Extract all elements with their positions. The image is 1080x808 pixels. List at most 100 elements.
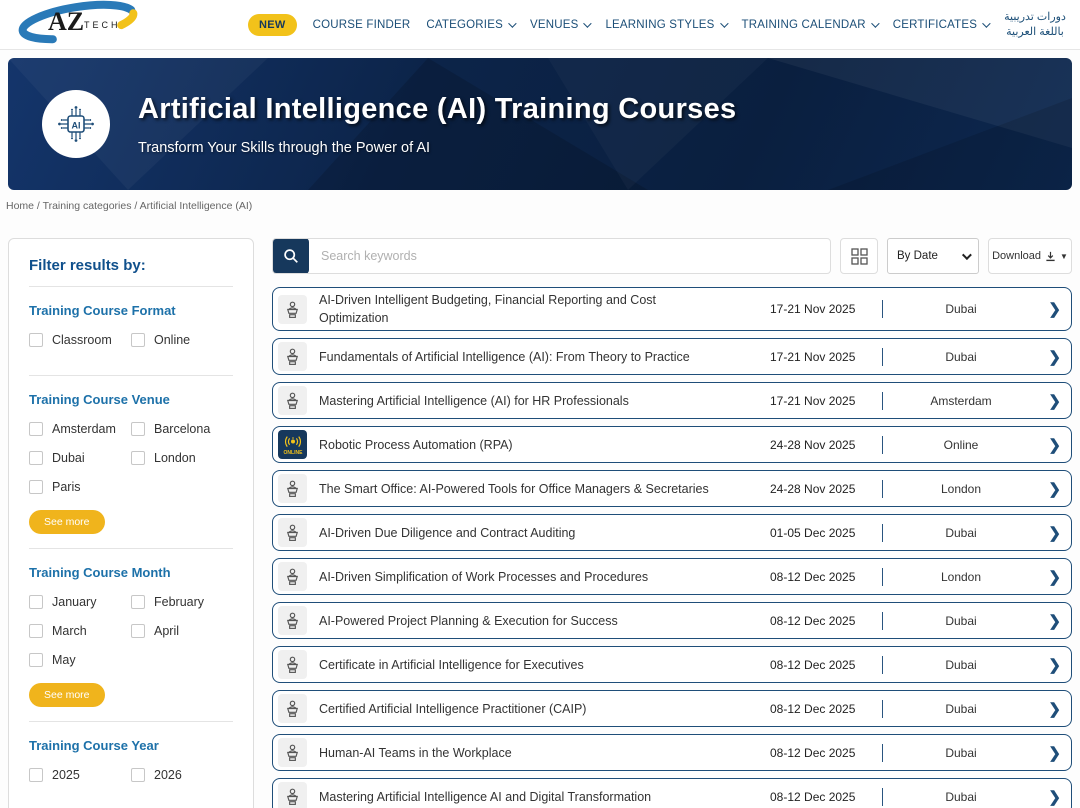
course-row[interactable]: Certificate in Artificial Intelligence f… (272, 646, 1072, 684)
filter-option-april[interactable]: April (131, 624, 233, 638)
checkbox[interactable] (29, 451, 43, 465)
chevron-right-icon[interactable]: ❯ (1035, 612, 1061, 630)
search-input[interactable] (309, 249, 830, 263)
filter-section-title: Training Course Month (29, 565, 171, 580)
divider (882, 743, 883, 762)
course-venue: Dubai (945, 789, 977, 804)
new-badge[interactable]: NEW (248, 13, 297, 36)
classroom-icon (278, 694, 307, 724)
course-row[interactable]: AI-Driven Intelligent Budgeting, Financi… (272, 287, 1072, 332)
sort-select[interactable]: By Date (887, 238, 979, 274)
filter-option-february[interactable]: February (131, 595, 233, 609)
filter-section-year: Training Course Year 2025 2026 (29, 722, 233, 796)
chevron-down-icon (583, 18, 593, 28)
course-row[interactable]: ONLINE Robotic Process Automation (RPA) … (272, 426, 1072, 464)
filter-option-classroom[interactable]: Classroom (29, 333, 131, 347)
course-list: AI-Driven Intelligent Budgeting, Financi… (272, 287, 1072, 808)
nav-learning-styles[interactable]: LEARNING STYLES (605, 19, 729, 31)
search-submit-button[interactable] (273, 239, 309, 273)
filter-option-amsterdam[interactable]: Amsterdam (29, 422, 131, 436)
nav-certificates[interactable]: CERTIFICATES (893, 19, 991, 31)
nav-arabic-courses[interactable]: دورات تدريبية باللغة العربية (1004, 10, 1066, 39)
course-row[interactable]: AI-Powered Project Planning & Execution … (272, 602, 1072, 640)
filter-option-january[interactable]: January (29, 595, 131, 609)
divider (882, 479, 883, 498)
course-dates: 24-28 Nov 2025 (770, 481, 856, 496)
chevron-right-icon[interactable]: ❯ (1035, 744, 1061, 762)
nav-venues[interactable]: VENUES (530, 18, 593, 31)
grid-view-toggle[interactable] (840, 238, 878, 274)
checkbox[interactable] (29, 595, 43, 609)
filter-option-may[interactable]: May (29, 653, 131, 667)
checkbox[interactable] (29, 333, 43, 347)
divider (882, 567, 883, 586)
download-icon (1046, 251, 1055, 261)
nav-course-finder[interactable]: COURSE FINDER (313, 19, 411, 31)
course-row[interactable]: Fundamentals of Artificial Intelligence … (272, 338, 1072, 376)
chevron-right-icon[interactable]: ❯ (1035, 300, 1061, 318)
course-row[interactable]: AI-Driven Simplification of Work Process… (272, 558, 1072, 596)
course-dates: 08-12 Dec 2025 (770, 613, 856, 628)
course-row[interactable]: Mastering Artificial Intelligence (AI) f… (272, 382, 1072, 420)
grid-view-icon (850, 247, 868, 265)
course-row[interactable]: The Smart Office: AI-Powered Tools for O… (272, 470, 1072, 508)
checkbox[interactable] (29, 624, 43, 638)
chevron-right-icon[interactable]: ❯ (1035, 568, 1061, 586)
checkbox[interactable] (131, 422, 145, 436)
divider (882, 611, 883, 630)
course-venue: Amsterdam (930, 393, 992, 408)
filter-option-2025[interactable]: 2025 (29, 768, 131, 782)
checkbox[interactable] (131, 624, 145, 638)
download-button[interactable]: Download ▼ (988, 238, 1072, 274)
course-venue: Dubai (945, 701, 977, 716)
course-dates: 08-12 Dec 2025 (770, 569, 856, 584)
course-title: Human-AI Teams in the Workplace (319, 745, 512, 760)
see-more-months-button[interactable]: See more (29, 683, 105, 707)
course-title: AI-Driven Due Diligence and Contract Aud… (319, 525, 576, 540)
filter-option-london[interactable]: London (131, 451, 233, 465)
course-venue: Dubai (945, 613, 977, 628)
course-title: AI-Driven Simplification of Work Process… (319, 569, 649, 584)
search-box (272, 238, 831, 274)
course-title: Mastering Artificial Intelligence (AI) f… (319, 393, 629, 408)
course-row[interactable]: Mastering Artificial Intelligence AI and… (272, 778, 1072, 808)
course-dates: 08-12 Dec 2025 (770, 701, 856, 716)
filter-option-dubai[interactable]: Dubai (29, 451, 131, 465)
filter-option-2026[interactable]: 2026 (131, 768, 233, 782)
course-row[interactable]: AI-Driven Due Diligence and Contract Aud… (272, 514, 1072, 552)
logo-az-text: AZ (48, 7, 84, 36)
chevron-right-icon[interactable]: ❯ (1035, 788, 1061, 806)
divider (882, 435, 883, 454)
aztech-logo[interactable]: AZ TECH (14, 0, 142, 49)
breadcrumb[interactable]: Home / Training categories / Artificial … (0, 190, 1080, 212)
checkbox[interactable] (131, 451, 145, 465)
chevron-right-icon[interactable]: ❯ (1035, 700, 1061, 718)
see-more-venues-button[interactable]: See more (29, 510, 105, 534)
course-row[interactable]: Certified Artificial Intelligence Practi… (272, 690, 1072, 728)
filter-option-march[interactable]: March (29, 624, 131, 638)
course-row[interactable]: Human-AI Teams in the Workplace 08-12 De… (272, 734, 1072, 772)
page-title: Artificial Intelligence (AI) Training Co… (138, 92, 737, 125)
course-dates: 01-05 Dec 2025 (770, 525, 856, 540)
filter-section-title: Training Course Venue (29, 392, 170, 407)
checkbox[interactable] (29, 768, 43, 782)
filter-option-paris[interactable]: Paris (29, 480, 131, 494)
nav-training-calendar[interactable]: TRAINING CALENDAR (742, 19, 880, 31)
filter-option-barcelona[interactable]: Barcelona (131, 422, 233, 436)
checkbox[interactable] (29, 480, 43, 494)
filter-option-online[interactable]: Online (131, 333, 233, 347)
classroom-icon (278, 342, 307, 372)
chevron-right-icon[interactable]: ❯ (1035, 524, 1061, 542)
checkbox[interactable] (131, 768, 145, 782)
chevron-down-icon (961, 249, 972, 260)
nav-categories[interactable]: CATEGORIES (426, 19, 517, 31)
chevron-right-icon[interactable]: ❯ (1035, 392, 1061, 410)
checkbox[interactable] (29, 653, 43, 667)
checkbox[interactable] (131, 333, 145, 347)
chevron-right-icon[interactable]: ❯ (1035, 656, 1061, 674)
checkbox[interactable] (131, 595, 145, 609)
chevron-right-icon[interactable]: ❯ (1035, 436, 1061, 454)
chevron-right-icon[interactable]: ❯ (1035, 480, 1061, 498)
chevron-right-icon[interactable]: ❯ (1035, 348, 1061, 366)
checkbox[interactable] (29, 422, 43, 436)
